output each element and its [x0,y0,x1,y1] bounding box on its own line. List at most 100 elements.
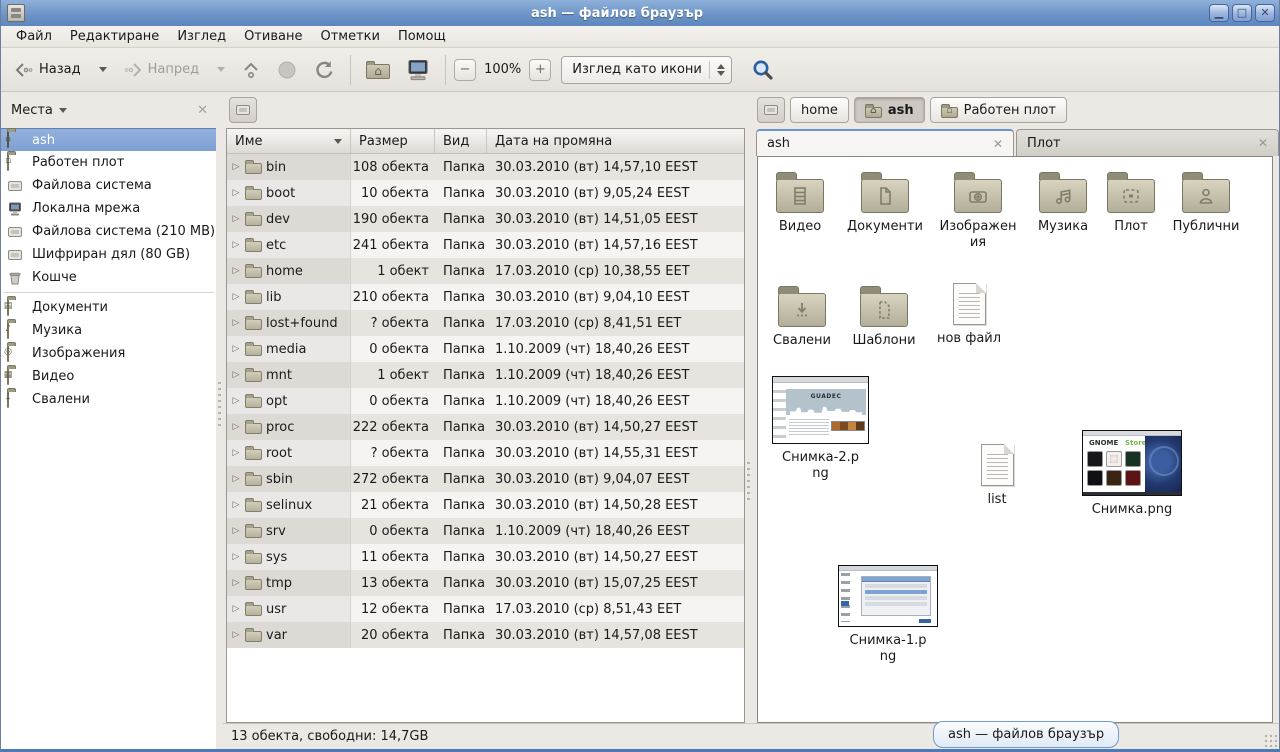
sidebar-item-desktop[interactable]: ▫ Работен плот [1,151,216,174]
tab-close-icon[interactable]: ✕ [1258,136,1268,150]
icon-item-snimka[interactable]: GNOMEStore Снимка.png [1082,430,1182,518]
icon-item-documents[interactable]: Документи [837,169,933,235]
sidebar-title[interactable]: Места [11,103,53,118]
expander-icon[interactable]: ▷ [231,552,241,562]
icon-item-video[interactable]: Видео [758,169,842,235]
reload-button[interactable] [306,54,342,85]
menu-edit[interactable]: Редактиране [61,27,168,46]
up-button[interactable] [234,55,268,84]
icon-item-templates[interactable]: Шаблони [842,283,926,349]
sidebar-item-home[interactable]: ⌂ ash [1,128,216,151]
menu-help[interactable]: Помощ [389,27,455,46]
table-row[interactable]: ▷opt0 обектаПапка1.10.2009 (чт) 18,40,26… [227,388,744,414]
icon-item-snimka1[interactable]: Снимка-1.png [838,565,938,664]
icon-item-desktop[interactable]: Плот [1089,169,1173,235]
expander-icon[interactable]: ▷ [231,344,241,354]
table-row[interactable]: ▷tmp13 обектаПапка30.03.2010 (вт) 15,07,… [227,570,744,596]
resize-grip[interactable] [1263,733,1277,747]
back-history-dropdown[interactable] [90,62,114,77]
back-button[interactable]: Назад [7,57,88,83]
expander-icon[interactable]: ▷ [231,630,241,640]
expander-icon[interactable]: ▷ [231,396,241,406]
icon-item-new-file[interactable]: нов файл [927,281,1011,347]
expander-icon[interactable]: ▷ [231,266,241,276]
menu-view[interactable]: Изглед [168,27,235,46]
table-row[interactable]: ▷sys11 обектаПапка30.03.2010 (вт) 14,50,… [227,544,744,570]
table-row[interactable]: ▷media0 обектаПапка1.10.2009 (чт) 18,40,… [227,336,744,362]
sidebar-item-volume-210mb[interactable]: Файлова система (210 MB) [1,220,216,243]
table-row[interactable]: ▷lib210 обектаПапка30.03.2010 (вт) 9,04,… [227,284,744,310]
sidebar-item-downloads[interactable]: ↓ Свалени [1,388,216,411]
sidebar-title-dropdown-icon[interactable] [59,108,67,113]
expander-icon[interactable]: ▷ [231,500,241,510]
sidebar-item-video[interactable]: ▦ Видео [1,365,216,388]
table-row[interactable]: ▷dev190 обектаПапка30.03.2010 (вт) 14,51… [227,206,744,232]
tab-close-icon[interactable]: ✕ [993,137,1003,151]
sidebar-item-filesystem[interactable]: Файлова система [1,174,216,197]
column-header-size[interactable]: Размер [351,129,435,153]
sidebar-close-icon[interactable]: ✕ [197,103,208,118]
expander-icon[interactable]: ▷ [231,448,241,458]
icon-item-downloads[interactable]: Свалени [760,283,844,349]
table-row[interactable]: ▷selinux21 обектаПапка30.03.2010 (вт) 14… [227,492,744,518]
pane-splitter[interactable] [745,92,751,723]
zoom-out-button[interactable]: − [454,59,476,81]
icon-view[interactable]: Видео Документи Изображения Музика [757,156,1273,723]
sidebar-item-network[interactable]: Локална мрежа [1,197,216,220]
sidebar-splitter[interactable] [216,92,223,749]
maximize-button[interactable]: □ [1232,4,1252,22]
sidebar-item-pictures[interactable]: ◎ Изображения [1,342,216,365]
tab-ash[interactable]: ash ✕ [756,129,1014,156]
minimize-button[interactable]: ▁ [1209,4,1229,22]
window-list-chip[interactable]: ash — файлов браузър [933,721,1119,748]
crumb-ash[interactable]: ⌂ ash [854,97,925,123]
menu-bookmarks[interactable]: Отметки [311,27,388,46]
root-crumb-button[interactable] [229,97,257,123]
table-row[interactable]: ▷srv0 обектаПапка1.10.2009 (чт) 18,40,26… [227,518,744,544]
table-row[interactable]: ▷lost+found? обектаПапка17.03.2010 (ср) … [227,310,744,336]
sidebar-item-trash[interactable]: Кошче [1,266,216,289]
table-row[interactable]: ▷sbin272 обектаПапка30.03.2010 (вт) 9,04… [227,466,744,492]
menu-file[interactable]: Файл [7,27,61,46]
table-row[interactable]: ▷proc222 обектаПапка30.03.2010 (вт) 14,5… [227,414,744,440]
search-button[interactable] [744,53,782,87]
icon-item-pictures[interactable]: Изображения [935,169,1021,250]
table-row[interactable]: ▷mnt1 обектПапка1.10.2009 (чт) 18,40,26 … [227,362,744,388]
expander-icon[interactable]: ▷ [231,422,241,432]
expander-icon[interactable]: ▷ [231,526,241,536]
table-row[interactable]: ▷bin108 обектаПапка30.03.2010 (вт) 14,57… [227,154,744,180]
expander-icon[interactable]: ▷ [231,162,241,172]
computer-button[interactable] [399,54,437,86]
icon-item-snimka2[interactable]: GUADEC Снимка-2.png [772,376,869,481]
table-row[interactable]: ▷etc241 обектаПапка30.03.2010 (вт) 14,57… [227,232,744,258]
table-row[interactable]: ▷home1 обектПапка17.03.2010 (ср) 10,38,5… [227,258,744,284]
zoom-in-button[interactable]: + [529,59,551,81]
stop-button[interactable] [270,55,304,85]
sidebar-item-documents[interactable]: ▤ Документи [1,296,216,319]
expander-icon[interactable]: ▷ [231,370,241,380]
table-row[interactable]: ▷usr12 обектаПапка17.03.2010 (ср) 8,51,4… [227,596,744,622]
crumb-home[interactable]: home [790,97,849,123]
tab-plot[interactable]: Плот ✕ [1016,129,1279,156]
menu-go[interactable]: Отиване [235,27,311,46]
home-button[interactable]: ⌂ [359,55,397,84]
column-header-type[interactable]: Вид [435,129,487,153]
icon-item-public[interactable]: Публични [1162,169,1250,235]
expander-icon[interactable]: ▷ [231,188,241,198]
sidebar-item-encrypted-80gb[interactable]: Шифриран дял (80 GB) [1,243,216,266]
forward-history-dropdown[interactable] [208,62,232,77]
table-row[interactable]: ▷boot10 обектаПапка30.03.2010 (вт) 9,05,… [227,180,744,206]
expander-icon[interactable]: ▷ [231,474,241,484]
close-button[interactable]: ✕ [1255,4,1275,22]
column-header-name[interactable]: Име [227,129,351,153]
titlebar[interactable]: ash — файлов браузър ▁ □ ✕ [1,0,1279,26]
table-row[interactable]: ▷root? обектаПапка30.03.2010 (вт) 14,55,… [227,440,744,466]
table-row[interactable]: ▷var20 обектаПапка30.03.2010 (вт) 14,57,… [227,622,744,648]
expander-icon[interactable]: ▷ [231,240,241,250]
sidebar-item-music[interactable]: ♪ Музика [1,319,216,342]
expander-icon[interactable]: ▷ [231,292,241,302]
expander-icon[interactable]: ▷ [231,578,241,588]
filesystem-crumb-button[interactable] [757,97,785,123]
view-mode-select[interactable]: Изглед като икони [561,56,732,84]
crumb-desktop[interactable]: ▫ Работен плот [930,97,1067,123]
